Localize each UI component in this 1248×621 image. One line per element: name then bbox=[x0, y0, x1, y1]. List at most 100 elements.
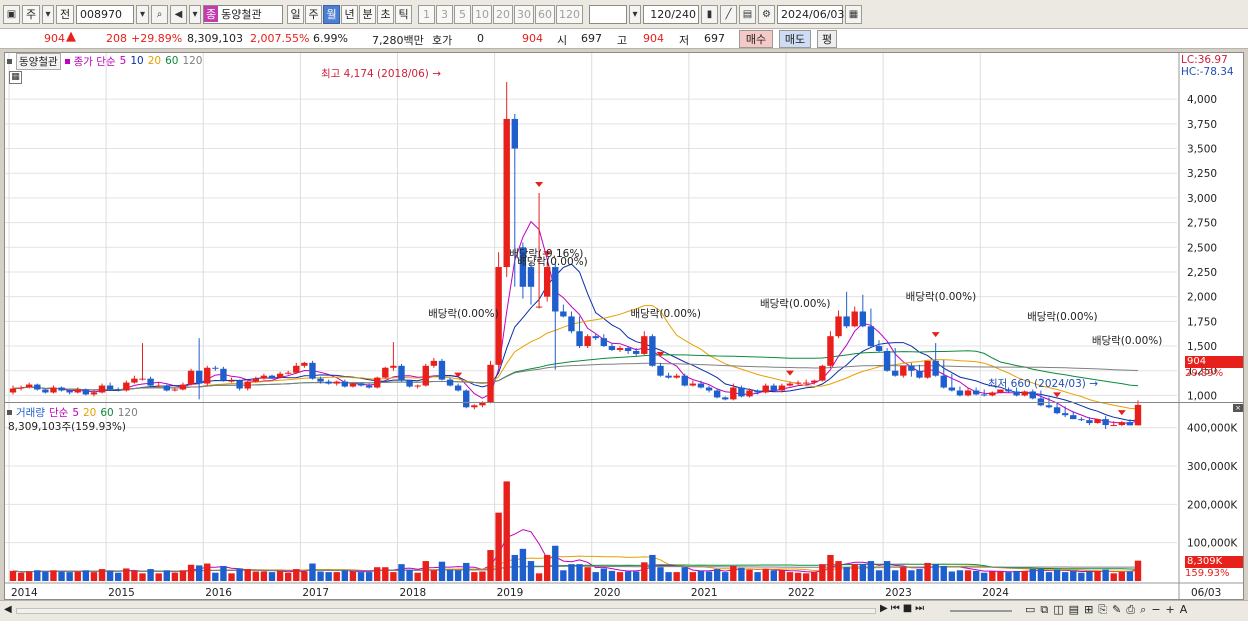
calendar-icon[interactable]: ▦ bbox=[845, 4, 862, 24]
gear-icon[interactable]: ⚙ bbox=[758, 4, 775, 24]
chevron-down-icon[interactable]: ▾ bbox=[136, 4, 149, 24]
layout-icon[interactable]: ▭ bbox=[1025, 603, 1035, 617]
plus-icon[interactable]: + bbox=[1166, 603, 1175, 617]
volume-bar bbox=[479, 571, 486, 581]
period-tab-3[interactable]: 년 bbox=[341, 4, 358, 24]
stock-name-field[interactable]: 종 동양철관 bbox=[203, 4, 283, 24]
hoga-value: 0 bbox=[477, 32, 484, 45]
zoom-slider[interactable] bbox=[950, 610, 1012, 612]
first-icon[interactable]: ⏮ bbox=[891, 603, 900, 614]
play-icon[interactable]: ▶ bbox=[880, 603, 888, 614]
volume-bar bbox=[916, 569, 923, 581]
candle-body bbox=[212, 367, 219, 369]
candle-body bbox=[527, 267, 535, 287]
legend-stock-name[interactable]: 동양철관 bbox=[16, 52, 61, 70]
close-icon[interactable]: × bbox=[1233, 404, 1243, 412]
chevron-down-icon[interactable]: ▾ bbox=[189, 4, 201, 24]
tick-button-1[interactable]: 1 bbox=[418, 4, 435, 24]
legend-ma10: 10 bbox=[130, 55, 144, 67]
candle-body bbox=[106, 385, 114, 390]
tick-button-20[interactable]: 20 bbox=[493, 4, 513, 24]
tick-button-5[interactable]: 5 bbox=[454, 4, 471, 24]
buy-button[interactable]: 매수 bbox=[739, 30, 773, 48]
split-icon[interactable]: ⧉ bbox=[1040, 603, 1048, 617]
candle-body bbox=[697, 383, 705, 388]
candle-body bbox=[584, 336, 591, 347]
period-tab-5[interactable]: 초 bbox=[377, 4, 394, 24]
x-tick-label: 2018 bbox=[399, 587, 426, 599]
panel-icon[interactable]: ▤ bbox=[1069, 603, 1079, 617]
volume-bar bbox=[357, 572, 365, 581]
period-tab-6[interactable]: 틱 bbox=[395, 4, 412, 24]
copy-icon[interactable]: ⎘ bbox=[1098, 603, 1107, 617]
date-input[interactable]: 2024/06/03 bbox=[777, 4, 844, 24]
minus-icon[interactable]: − bbox=[1151, 603, 1160, 617]
candle-body bbox=[9, 388, 17, 393]
extra-select[interactable] bbox=[589, 4, 627, 24]
volume-bar bbox=[252, 571, 260, 581]
candle-body bbox=[770, 385, 777, 391]
sell-button[interactable]: 매도 bbox=[779, 30, 811, 48]
volume-bar bbox=[560, 570, 567, 581]
type-select[interactable]: 주 bbox=[22, 4, 40, 24]
dividend-marker-icon bbox=[785, 370, 794, 376]
x-tick-label: 2019 bbox=[497, 587, 524, 599]
volume-bar bbox=[406, 569, 413, 581]
scroll-left-icon[interactable]: ◀ bbox=[4, 604, 12, 615]
grid-icon[interactable]: ⊞ bbox=[1084, 603, 1093, 617]
tick-button-60[interactable]: 60 bbox=[535, 4, 555, 24]
volume-bar bbox=[1110, 573, 1117, 581]
chart-area[interactable]: 4,000 3,750 3,500 3,250 3,000 2,750 2,500 2,250… bbox=[4, 52, 1244, 600]
candle-body bbox=[1021, 391, 1028, 396]
period-tab-2[interactable]: 월 bbox=[323, 4, 340, 24]
candle-icon[interactable]: ▮ bbox=[701, 4, 718, 24]
search-icon[interactable]: ⌕ bbox=[151, 4, 168, 24]
stock-code-input[interactable]: 008970 bbox=[76, 4, 134, 24]
candle-body bbox=[50, 387, 57, 393]
period-tab-0[interactable]: 일 bbox=[287, 4, 304, 24]
candle-body bbox=[147, 378, 154, 386]
prev-button[interactable]: 전 bbox=[56, 4, 74, 24]
table-icon[interactable]: ▦ bbox=[9, 71, 22, 84]
candle-body bbox=[228, 380, 235, 382]
volume-bar bbox=[1102, 569, 1109, 581]
tick-button-10[interactable]: 10 bbox=[472, 4, 492, 24]
trend-icon[interactable]: ╱ bbox=[720, 4, 737, 24]
stop-icon[interactable]: ■ bbox=[903, 603, 912, 614]
last-icon[interactable]: ⏭ bbox=[915, 603, 924, 614]
volume-bar bbox=[754, 572, 761, 581]
print-icon[interactable]: ⎙ bbox=[1126, 603, 1135, 617]
period-tab-4[interactable]: 분 bbox=[359, 4, 376, 24]
tick-button-30[interactable]: 30 bbox=[514, 4, 534, 24]
volume-bar bbox=[511, 554, 518, 581]
candle-body bbox=[1094, 419, 1101, 424]
period-tab-1[interactable]: 주 bbox=[305, 4, 322, 24]
scrollbar-track[interactable] bbox=[16, 608, 876, 614]
volume-bar bbox=[1037, 569, 1045, 581]
count-field[interactable]: 120/240 bbox=[643, 4, 699, 24]
tick-button-120[interactable]: 120 bbox=[556, 4, 583, 24]
chevron-down-icon[interactable]: ▾ bbox=[42, 4, 54, 24]
candle-body bbox=[802, 382, 810, 384]
candle-body bbox=[204, 367, 211, 384]
volume-bar bbox=[673, 572, 680, 581]
compare-icon[interactable]: ◫ bbox=[1053, 603, 1063, 617]
volume-bar bbox=[778, 570, 786, 581]
save-icon[interactable]: ▤ bbox=[739, 4, 756, 24]
current-volume-tag: 8,309K bbox=[1185, 556, 1243, 568]
volume-bar bbox=[179, 570, 187, 581]
candle-body bbox=[608, 346, 616, 351]
window-icon[interactable]: ▣ bbox=[3, 4, 20, 24]
font-icon[interactable]: A bbox=[1180, 603, 1188, 617]
volume-bar bbox=[187, 564, 195, 581]
volume-bar bbox=[487, 550, 494, 581]
edit-icon[interactable]: ✎ bbox=[1112, 603, 1121, 617]
volume-bar bbox=[1053, 569, 1061, 581]
volume-bar bbox=[1086, 571, 1093, 581]
magnify-icon[interactable]: ⌕ bbox=[1140, 603, 1146, 617]
candle-body bbox=[1086, 420, 1093, 424]
eval-button[interactable]: 평 bbox=[817, 30, 837, 48]
chevron-down-icon[interactable]: ▾ bbox=[629, 4, 641, 24]
tick-button-3[interactable]: 3 bbox=[436, 4, 453, 24]
speaker-icon[interactable]: ◀ bbox=[170, 4, 187, 24]
